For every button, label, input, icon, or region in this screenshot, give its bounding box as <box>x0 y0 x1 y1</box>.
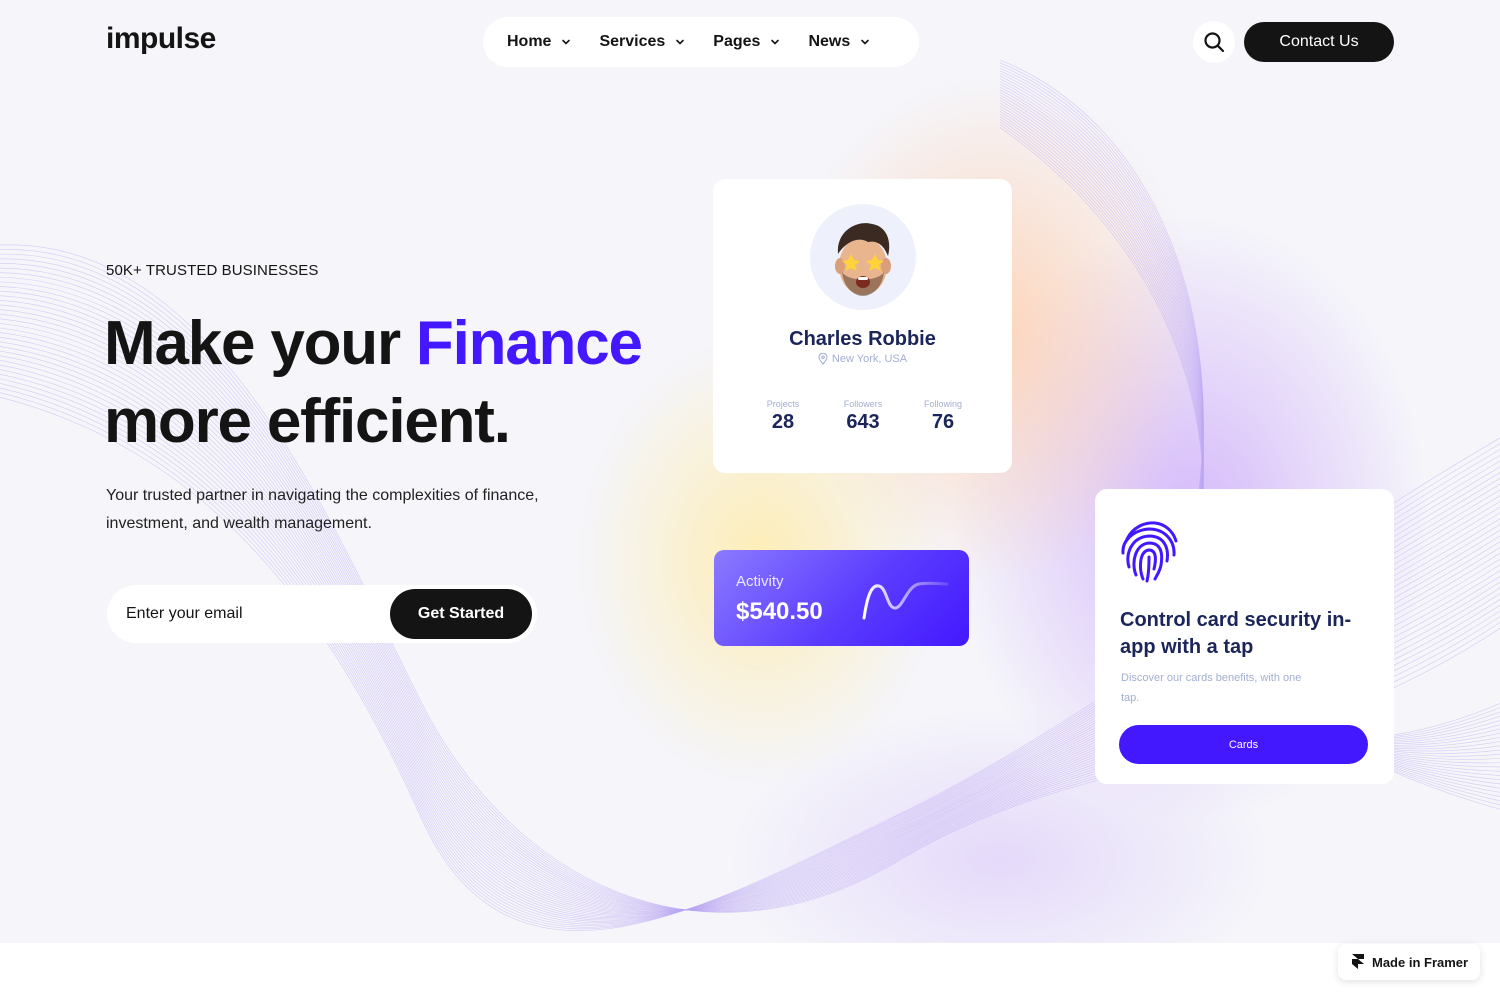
stat-value: 28 <box>771 411 795 433</box>
fingerprint-icon <box>1121 521 1178 583</box>
made-in-framer-badge[interactable]: Made in Framer <box>1338 944 1480 980</box>
stat-value: 643 <box>846 411 880 433</box>
email-signup-form: Get Started <box>107 585 537 643</box>
chevron-down-icon <box>771 39 780 45</box>
search-icon <box>1204 32 1225 53</box>
stat-label: Following <box>923 399 963 409</box>
activity-value: $540.50 <box>736 598 823 625</box>
get-started-button[interactable]: Get Started <box>390 589 532 639</box>
brand-logo[interactable]: impulse <box>106 22 216 56</box>
activity-label: Activity <box>736 573 784 590</box>
stat-projects: Projects 28 <box>743 399 823 434</box>
stat-followers: Followers 643 <box>823 399 903 434</box>
nav-item-home[interactable]: Home <box>507 33 571 51</box>
location-text: New York, USA <box>831 353 908 365</box>
stat-following: Following 76 <box>903 399 983 434</box>
hero-subtext: Your trusted partner in navigating the c… <box>106 487 539 532</box>
search-button[interactable] <box>1193 21 1235 63</box>
stat-label: Followers <box>843 399 883 409</box>
nav-item-label: Pages <box>713 33 761 50</box>
headline-text: more efficient. <box>104 387 511 456</box>
hero-eyebrow: 50K+ TRUSTED BUSINESSES <box>106 262 319 279</box>
badge-label: Made in Framer <box>1372 954 1469 970</box>
cards-button[interactable]: Cards <box>1119 725 1368 764</box>
framer-logo-icon <box>1352 954 1364 969</box>
main-nav: Home Services Pages News <box>483 17 919 67</box>
page-footer-strip <box>0 943 1500 1000</box>
activity-sparkline-icon <box>862 581 949 620</box>
activity-card: Activity $540.50 <box>714 550 969 646</box>
location-pin-icon <box>818 353 828 365</box>
nav-item-pages[interactable]: Pages <box>713 33 780 51</box>
chevron-down-icon <box>861 39 870 45</box>
security-title: Control card security in-app with a tap <box>1120 609 1352 658</box>
headline-text: Make your <box>104 309 416 378</box>
nav-item-label: Home <box>507 33 552 50</box>
chevron-down-icon <box>676 39 685 45</box>
security-card: Control card security in-app with a tap … <box>1095 489 1394 784</box>
profile-location: New York, USA <box>713 353 1012 365</box>
nav-item-services[interactable]: Services <box>599 33 685 51</box>
security-description: Discover our cards benefits, with one ta… <box>1121 672 1302 704</box>
nav-item-label: Services <box>599 33 666 50</box>
contact-us-button[interactable]: Contact Us <box>1244 22 1394 62</box>
profile-card: Charles Robbie New York, USA Projects 28… <box>713 179 1012 473</box>
profile-stats: Projects 28 Followers 643 Following 76 <box>743 399 983 434</box>
chevron-down-icon <box>562 39 571 45</box>
hero-headline: Make your Finance more efficient. <box>104 305 704 461</box>
stat-label: Projects <box>766 399 800 409</box>
nav-item-label: News <box>808 33 851 50</box>
headline-accent: Finance <box>415 309 643 378</box>
email-input[interactable] <box>126 605 386 623</box>
stat-value: 76 <box>931 411 955 433</box>
avatar <box>810 204 916 310</box>
memoji-avatar-icon <box>835 223 891 296</box>
profile-name: Charles Robbie <box>789 328 936 350</box>
nav-item-news[interactable]: News <box>808 33 870 51</box>
